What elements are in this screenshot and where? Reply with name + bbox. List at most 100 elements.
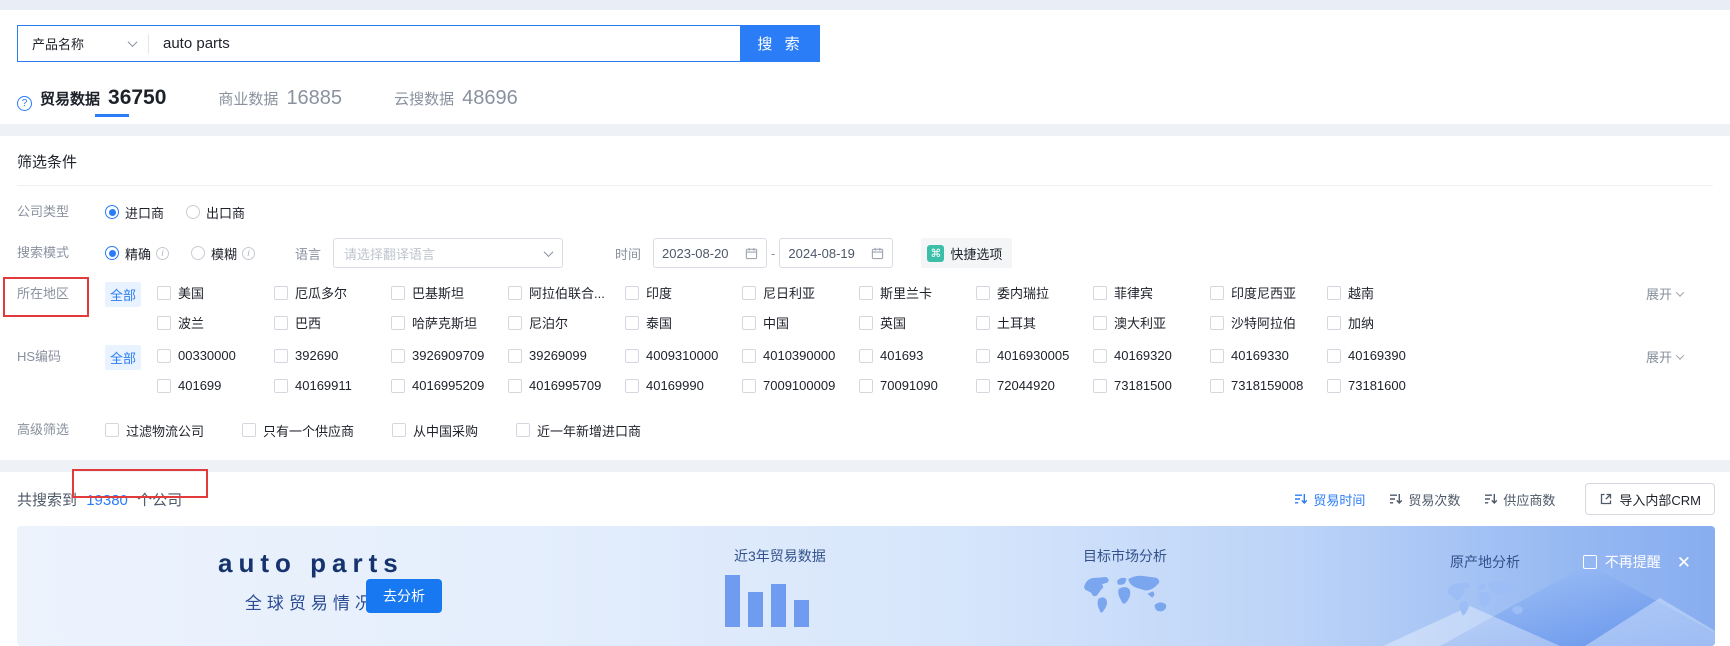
hs-code-checkbox[interactable]: 4009310000 xyxy=(625,347,742,364)
hs-code-checkbox[interactable]: 00330000 xyxy=(157,347,274,364)
hs-all-chip[interactable]: 全部 xyxy=(105,345,141,370)
region-checkbox[interactable]: 阿拉伯联合... xyxy=(508,284,625,301)
region-checkbox[interactable]: 沙特阿拉伯 xyxy=(1210,314,1327,331)
sort-supplier-count[interactable]: 供应商数 xyxy=(1484,490,1555,509)
region-checkbox[interactable]: 菲律宾 xyxy=(1093,284,1210,301)
hs-code-checkbox[interactable]: 4016995709 xyxy=(508,377,625,394)
hs-code-checkbox[interactable]: 40169390 xyxy=(1327,347,1444,364)
hs-code-checkbox[interactable]: 401699 xyxy=(157,377,274,394)
region-checkbox[interactable]: 印度尼西亚 xyxy=(1210,284,1327,301)
hs-code-checkbox[interactable]: 40169330 xyxy=(1210,347,1327,364)
hs-expand-link[interactable]: 展开 xyxy=(1646,347,1685,366)
language-placeholder: 请选择翻译语言 xyxy=(344,246,436,262)
checkbox-box xyxy=(1210,285,1224,300)
region-checkbox[interactable]: 巴西 xyxy=(274,314,391,331)
radio-exporter[interactable]: 出口商 xyxy=(186,203,245,222)
region-checkbox[interactable]: 哈萨克斯坦 xyxy=(391,314,508,331)
checkbox-box xyxy=(1210,378,1224,393)
hs-code-checkbox[interactable]: 7009100009 xyxy=(742,377,859,394)
analyze-button[interactable]: 去分析 xyxy=(366,579,442,613)
info-icon[interactable] xyxy=(242,246,256,260)
region-checkbox[interactable]: 澳大利亚 xyxy=(1093,314,1210,331)
hs-code-checkbox[interactable]: 73181600 xyxy=(1327,377,1444,394)
hs-code-checkbox[interactable]: 401693 xyxy=(859,347,976,364)
date-start-picker[interactable]: 2023-08-20 xyxy=(653,238,768,268)
search-input[interactable] xyxy=(149,35,740,52)
hs-code-checkbox[interactable]: 40169990 xyxy=(625,377,742,394)
region-checkbox[interactable]: 中国 xyxy=(742,314,859,331)
dismiss-checkbox[interactable] xyxy=(1582,555,1597,569)
radio-exact[interactable]: 精确 xyxy=(105,244,170,263)
region-checkbox[interactable]: 巴基斯坦 xyxy=(391,284,508,301)
checkbox-label: 392690 xyxy=(295,348,339,363)
banner-keyword: auto parts xyxy=(218,548,404,578)
region-filter-row: 所在地区 全部 美国 厄瓜多尔 巴基斯坦 阿拉伯联合... 印度 尼日利亚 斯里… xyxy=(17,282,1713,331)
sort-trade-time[interactable]: 贸易时间 xyxy=(1294,490,1365,509)
hs-code-checkbox[interactable]: 392690 xyxy=(274,347,391,364)
region-checkbox[interactable]: 委内瑞拉 xyxy=(976,284,1093,301)
region-all-chip[interactable]: 全部 xyxy=(105,282,141,307)
region-checkbox[interactable]: 厄瓜多尔 xyxy=(274,284,391,301)
region-checkbox[interactable]: 斯里兰卡 xyxy=(859,284,976,301)
region-checkbox[interactable]: 尼日利亚 xyxy=(742,284,859,301)
hs-code-checkbox[interactable]: 40169320 xyxy=(1093,347,1210,364)
region-checkbox[interactable]: 波兰 xyxy=(157,314,274,331)
advanced-checkbox[interactable]: 近一年新增进口商 xyxy=(516,422,641,439)
tab-count: 36750 xyxy=(108,86,167,109)
region-checkbox[interactable]: 越南 xyxy=(1327,284,1444,301)
hs-code-checkbox[interactable]: 3926909709 xyxy=(391,347,508,364)
tab-label: 云搜数据 xyxy=(394,91,455,108)
sort-icon xyxy=(1485,494,1498,505)
section-separator xyxy=(0,460,1730,472)
radio-selected-icon xyxy=(105,205,119,219)
date-end-picker[interactable]: 2024-08-19 xyxy=(779,238,894,268)
advanced-checkbox[interactable]: 过滤物流公司 xyxy=(105,422,204,439)
tab-trade-data[interactable]: 贸易数据 36750 xyxy=(17,86,167,111)
region-checkbox[interactable]: 加纳 xyxy=(1327,314,1444,331)
search-button[interactable]: 搜 索 xyxy=(741,25,820,62)
tab-cloud-search-data[interactable]: 云搜数据 48696 xyxy=(394,87,518,110)
radio-label: 出口商 xyxy=(206,205,246,221)
region-checkbox[interactable]: 土耳其 xyxy=(976,314,1093,331)
hs-code-checkbox[interactable]: 7318159008 xyxy=(1210,377,1327,394)
hs-code-checkbox[interactable]: 4016930005 xyxy=(976,347,1093,364)
hs-code-checkbox[interactable]: 70091090 xyxy=(859,377,976,394)
dismiss-label: 不再提醒 xyxy=(1604,554,1661,570)
hs-code-checkbox[interactable]: 4010390000 xyxy=(742,347,859,364)
advanced-checkbox[interactable]: 从中国采购 xyxy=(392,422,478,439)
region-checkbox[interactable]: 英国 xyxy=(859,314,976,331)
tab-count: 16885 xyxy=(286,87,343,109)
region-checkbox[interactable]: 尼泊尔 xyxy=(508,314,625,331)
checkbox-label: 哈萨克斯坦 xyxy=(412,316,478,331)
region-checkbox[interactable]: 印度 xyxy=(625,284,742,301)
checkbox-label: 波兰 xyxy=(178,316,205,331)
quick-options-button[interactable]: 快捷选项 xyxy=(921,238,1013,268)
hs-code-checkbox[interactable]: 4016995209 xyxy=(391,377,508,394)
hs-code-checkbox[interactable]: 73181500 xyxy=(1093,377,1210,394)
tab-business-data[interactable]: 商业数据 16885 xyxy=(218,87,342,110)
sort-trade-count[interactable]: 贸易次数 xyxy=(1389,490,1460,509)
close-icon[interactable] xyxy=(1677,554,1691,571)
region-checkbox[interactable]: 泰国 xyxy=(625,314,742,331)
radio-fuzzy[interactable]: 模糊 xyxy=(191,244,256,263)
language-select[interactable]: 请选择翻译语言 xyxy=(333,238,564,268)
radio-icon xyxy=(191,246,206,260)
region-checkbox[interactable]: 美国 xyxy=(157,284,274,301)
hs-code-checkbox[interactable]: 40169911 xyxy=(274,377,391,394)
advanced-checkbox[interactable]: 只有一个供应商 xyxy=(242,422,354,439)
search-category-select[interactable]: 产品名称 xyxy=(18,34,148,53)
active-tab-indicator xyxy=(95,114,129,117)
hs-code-checkbox[interactable]: 39269099 xyxy=(508,347,625,364)
info-icon[interactable] xyxy=(156,246,170,260)
help-icon[interactable] xyxy=(17,96,32,111)
checkbox-box xyxy=(976,378,990,393)
checkbox-box xyxy=(157,348,171,363)
region-expand-link[interactable]: 展开 xyxy=(1646,284,1685,303)
checkbox-box xyxy=(742,285,756,300)
checkbox-label: 4016930005 xyxy=(997,348,1070,363)
hs-code-checkbox[interactable]: 72044920 xyxy=(976,377,1093,394)
checkbox-label: 泰国 xyxy=(646,316,673,331)
checkbox-box xyxy=(274,285,288,300)
import-crm-button[interactable]: 导入内部CRM xyxy=(1585,483,1715,515)
radio-importer[interactable]: 进口商 xyxy=(105,203,164,222)
